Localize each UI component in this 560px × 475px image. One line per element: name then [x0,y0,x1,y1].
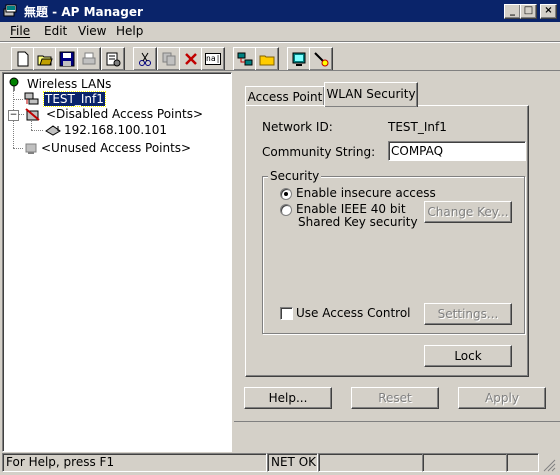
copy-button[interactable] [157,47,181,71]
save-icon [59,51,75,67]
radio-ieee-label-2[interactable]: Shared Key security [298,215,418,229]
new-button[interactable] [11,47,35,71]
status-help-label: For Help, press F1 [6,455,115,469]
help-button-toolbar[interactable] [309,47,333,71]
menu-help[interactable]: Help [110,22,149,40]
radio-insecure[interactable] [280,188,292,200]
community-string-input[interactable] [388,141,526,161]
community-string-label: Community String: [262,145,376,159]
open-icon [37,55,53,66]
folder-button[interactable] [255,47,279,71]
menu-view[interactable]: View [72,22,112,40]
rename-button[interactable]: na| [201,47,225,71]
print-button[interactable] [77,47,101,71]
settings-button[interactable]: Settings... [424,303,512,325]
network-button[interactable] [233,47,257,71]
resize-grip-icon[interactable] [542,458,556,475]
radio-insecure-label[interactable]: Enable insecure access [296,186,436,200]
menu-file-label: File [10,24,31,38]
unused-group-icon [23,141,39,158]
change-key-button[interactable]: Change Key... [424,201,512,223]
tab-access-point[interactable]: Access Point [245,86,325,107]
tab-wlan-security[interactable]: WLAN Security [324,82,418,107]
status-net-label: NET OK [271,455,317,469]
rename-icon: na| [205,53,221,65]
tree-line-ap-h [31,130,43,131]
save-button[interactable] [55,47,79,71]
panel-separator [234,421,560,422]
copy-icon [162,52,176,66]
frame-line [0,70,560,71]
menu-help-label: Help [116,24,144,38]
tree-network-label[interactable]: TEST_Inf1 [43,91,106,107]
access-point-icon [44,123,62,140]
tree-disabled-group-label[interactable]: <Disabled Access Points> [46,107,203,121]
cut-button[interactable] [133,47,157,71]
disabled-group-icon [25,107,41,124]
help-button[interactable]: Help... [244,387,332,409]
menu-view-label: View [78,24,107,38]
network-id-label: Network ID: [262,120,333,134]
new-icon [17,51,29,67]
status-pane-4 [422,453,507,472]
status-net: NET OK [267,453,318,472]
app-icon[interactable] [3,3,19,22]
toolbar-separator-top-light [0,42,560,43]
tree-line-ap [31,121,33,130]
use-access-control-checkbox[interactable] [280,307,293,320]
minimize-button[interactable]: _ [504,4,521,19]
tree-line-network [13,99,23,100]
reset-button[interactable]: Reset [351,387,439,409]
window-title: 無題 - AP Manager [24,5,143,19]
connect-icon [292,52,306,66]
delete-button[interactable] [179,47,203,71]
radio-ieee[interactable] [280,204,292,216]
tree-unused-group-label[interactable]: <Unused Access Points> [41,141,191,155]
print-icon [82,52,96,65]
help-icon [314,52,329,67]
tree-root-label[interactable]: Wireless LANs [27,77,111,91]
folder-icon [259,55,275,66]
tree-line-unused [13,148,23,149]
tree-line-disabled [18,114,24,115]
open-button[interactable] [33,47,57,71]
tree-view[interactable]: Wireless LANs TEST_Inf1 − <Disabled Acce… [2,72,232,452]
use-access-control-label[interactable]: Use Access Control [296,306,411,320]
properties-button[interactable] [101,47,125,71]
lock-button[interactable]: Lock [424,345,512,367]
status-help-text: For Help, press F1 [2,453,267,472]
radio-ieee-label-1[interactable]: Enable IEEE 40 bit [296,202,406,216]
menu-edit[interactable]: Edit [38,22,73,40]
status-pane-5 [506,453,539,472]
title-bar[interactable]: 無題 - AP Manager _ □ × [0,0,560,22]
menu-file[interactable]: File [4,22,36,40]
status-pane-3 [318,453,423,472]
apply-button[interactable]: Apply [458,387,546,409]
properties-icon [106,52,121,67]
menu-edit-label: Edit [44,24,68,38]
maximize-button[interactable]: □ [520,4,537,19]
cut-icon [139,52,151,66]
tree-ap-label[interactable]: 192.168.100.101 [64,123,167,137]
security-group-title: Security [268,169,322,183]
network-id-value: TEST_Inf1 [388,120,447,134]
close-button[interactable]: × [540,4,557,19]
radio-insecure-dot [284,192,288,196]
delete-icon [185,53,197,65]
network-icon [237,52,253,66]
connect-button[interactable] [287,47,311,71]
tree-expander-disabled[interactable]: − [8,110,19,121]
